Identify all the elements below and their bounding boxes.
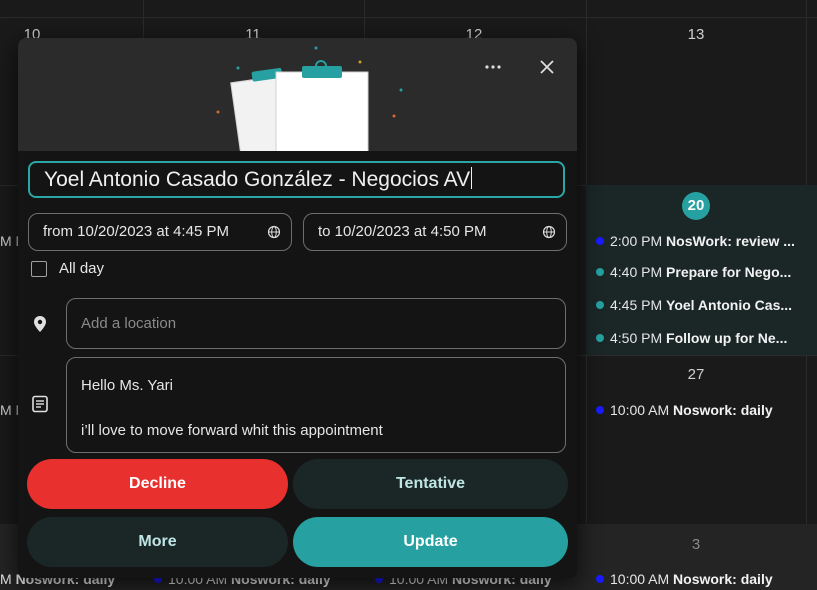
event-title: Noswork: daily xyxy=(673,571,773,587)
event-time: 4:45 PM xyxy=(610,297,663,313)
event-dot xyxy=(596,334,604,342)
tentative-button[interactable]: Tentative xyxy=(293,459,568,509)
update-button[interactable]: Update xyxy=(293,517,568,567)
event-title-value: Yoel Antonio Casado González - Negocios … xyxy=(44,168,471,191)
event-title-input[interactable]: Yoel Antonio Casado González - Negocios … xyxy=(28,161,565,198)
event-dot xyxy=(596,268,604,276)
event-dot xyxy=(596,575,604,583)
event-time: 4:40 PM xyxy=(610,264,663,280)
start-datetime-label: from 10/20/2023 at 4:45 PM xyxy=(43,223,229,240)
event-time: 4:50 PM xyxy=(610,330,663,346)
calendar-event[interactable]: 2:00 PM NosWork: review ... xyxy=(596,233,806,249)
today-day-badge[interactable]: 20 xyxy=(682,192,710,220)
location-input[interactable]: Add a location xyxy=(66,298,566,349)
notes-textarea[interactable]: Hello Ms. Yari i’ll love to move forward… xyxy=(66,357,566,453)
day-number[interactable]: 3 xyxy=(676,536,716,553)
notes-line: i’ll love to move forward whit this appo… xyxy=(81,422,383,439)
end-datetime-picker[interactable]: to 10/20/2023 at 4:50 PM xyxy=(303,213,567,251)
grid-line xyxy=(0,17,817,18)
all-day-checkbox[interactable] xyxy=(31,261,47,277)
day-number[interactable]: 13 xyxy=(676,26,716,43)
globe-icon xyxy=(267,214,281,264)
calendar-event[interactable]: 4:45 PM Yoel Antonio Cas... xyxy=(596,297,806,313)
event-dot xyxy=(596,301,604,309)
calendar-event[interactable]: 10:00 AM Noswork: daily xyxy=(596,402,806,418)
event-dot xyxy=(596,406,604,414)
event-time: 10:00 AM xyxy=(610,571,670,587)
close-icon[interactable] xyxy=(532,52,562,82)
notes-line: Hello Ms. Yari xyxy=(81,377,173,394)
text-cursor xyxy=(471,167,473,189)
event-dot xyxy=(596,237,604,245)
location-pin-icon xyxy=(30,314,50,334)
ellipsis-icon[interactable] xyxy=(478,52,508,82)
event-time: 10:00 AM xyxy=(610,402,670,418)
calendar-event[interactable]: 4:50 PM Follow up for Ne... xyxy=(596,330,806,346)
day-number[interactable]: 27 xyxy=(676,366,716,383)
event-title: Prepare for Nego... xyxy=(666,264,792,280)
event-dialog: Yoel Antonio Casado González - Negocios … xyxy=(18,38,577,578)
decline-button[interactable]: Decline xyxy=(27,459,288,509)
start-datetime-picker[interactable]: from 10/20/2023 at 4:45 PM xyxy=(28,213,292,251)
globe-icon xyxy=(542,214,556,264)
event-title: NosWork: review ... xyxy=(666,233,795,249)
event-title: Yoel Antonio Cas... xyxy=(666,297,793,313)
location-placeholder: Add a location xyxy=(81,315,177,332)
more-button[interactable]: More xyxy=(27,517,288,567)
event-time: 2:00 PM xyxy=(610,233,663,249)
calendar-event[interactable]: 10:00 AM Noswork: daily xyxy=(596,571,806,587)
event-time: M xyxy=(0,571,12,587)
event-title: Follow up for Ne... xyxy=(666,330,788,346)
notes-icon xyxy=(30,394,50,414)
end-datetime-label: to 10/20/2023 at 4:50 PM xyxy=(318,223,487,240)
calendar-event[interactable]: 4:40 PM Prepare for Nego... xyxy=(596,264,806,280)
all-day-label[interactable]: All day xyxy=(59,260,104,277)
event-title: Noswork: daily xyxy=(673,402,773,418)
